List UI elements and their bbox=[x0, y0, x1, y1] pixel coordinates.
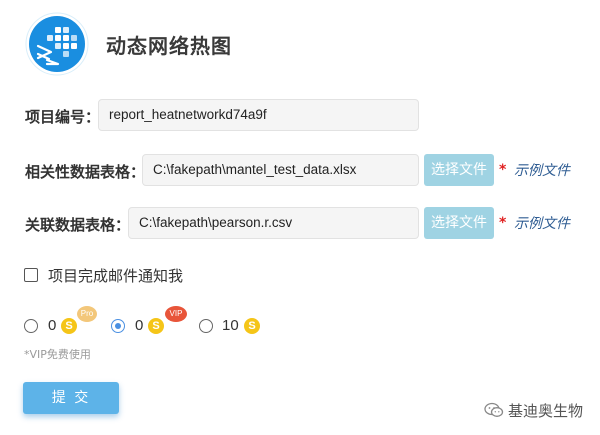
correlation-table-required-mark: * bbox=[499, 162, 507, 178]
association-table-label: 关联数据表格： bbox=[25, 216, 131, 234]
correlation-table-path-input[interactable]: C:\fakepath\mantel_test_data.xlsx bbox=[142, 154, 419, 186]
pro-badge: Pro bbox=[77, 306, 97, 322]
watermark-text: 基迪奥生物 bbox=[508, 402, 584, 420]
coin-icon: S bbox=[244, 318, 260, 334]
vip-badge: VIP bbox=[165, 306, 187, 322]
plan-vip-count: 0 bbox=[135, 317, 144, 334]
correlation-table-choose-file-button[interactable]: 选择文件 bbox=[424, 154, 494, 186]
association-table-choose-file-button[interactable]: 选择文件 bbox=[424, 207, 494, 239]
association-table-required-mark: * bbox=[499, 215, 507, 231]
plan-note: *VIP免费使用 bbox=[24, 348, 91, 361]
plan-pro-radio[interactable] bbox=[24, 319, 38, 333]
coin-icon: S bbox=[148, 318, 164, 334]
project-id-input[interactable]: report_heatnetworkd74a9f bbox=[98, 99, 419, 131]
project-id-label: 项目编号： bbox=[25, 108, 101, 126]
app-logo-icon bbox=[25, 12, 89, 76]
plan-standard-count: 10 bbox=[222, 317, 239, 334]
wechat-icon bbox=[484, 402, 504, 418]
correlation-table-example-file-link[interactable]: 示例文件 bbox=[514, 160, 570, 180]
email-notify-checkbox[interactable] bbox=[24, 268, 38, 282]
page-title: 动态网络热图 bbox=[106, 34, 232, 58]
plan-pro-count: 0 bbox=[48, 317, 57, 334]
plan-standard-radio[interactable] bbox=[199, 319, 213, 333]
coin-icon: S bbox=[61, 318, 77, 334]
plan-vip-radio[interactable] bbox=[111, 319, 125, 333]
correlation-table-label: 相关性数据表格： bbox=[25, 163, 146, 181]
association-table-path-input[interactable]: C:\fakepath\pearson.r.csv bbox=[128, 207, 419, 239]
association-table-example-file-link[interactable]: 示例文件 bbox=[514, 213, 570, 233]
email-notify-label: 项目完成邮件通知我 bbox=[48, 267, 184, 285]
submit-button[interactable]: 提 交 bbox=[23, 382, 119, 414]
